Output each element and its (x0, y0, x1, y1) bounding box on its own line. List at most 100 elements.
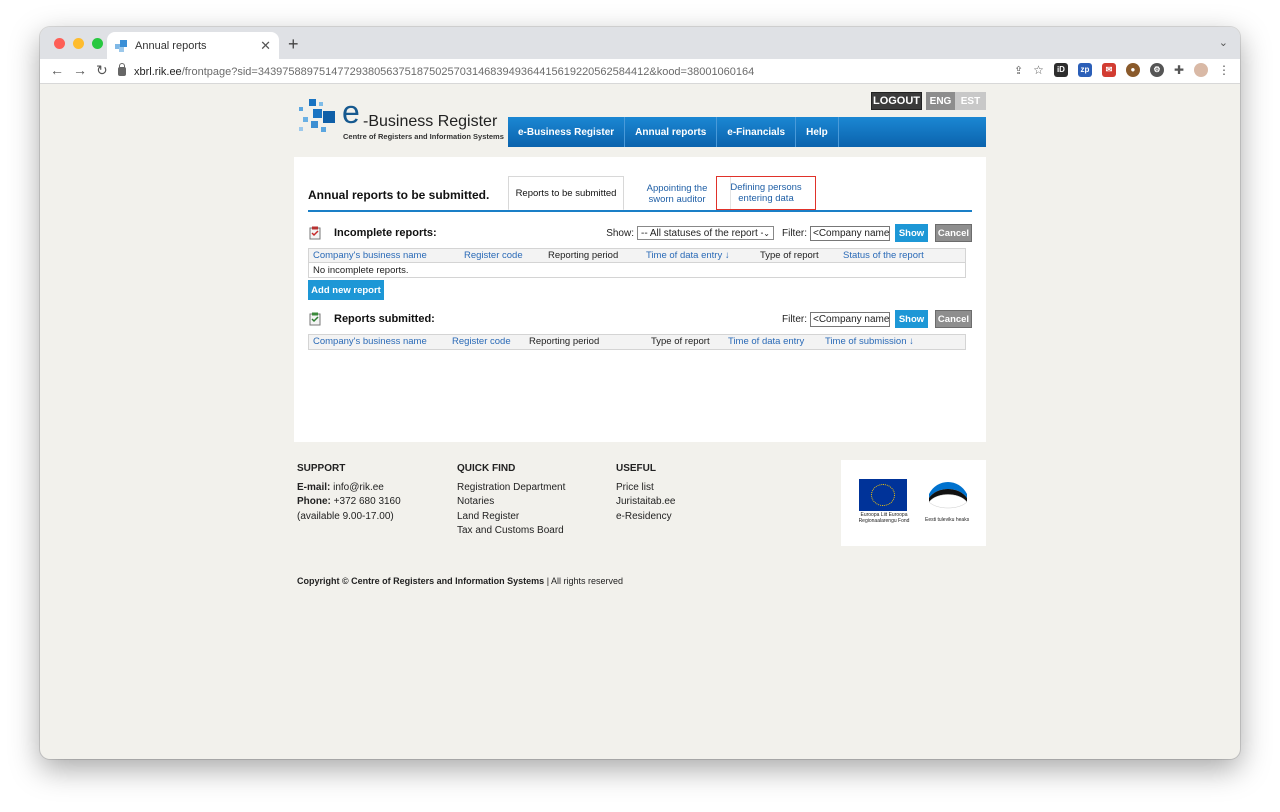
submitted-reports-header: Reports submitted: Filter: <Company name… (308, 309, 972, 329)
puzzle-extensions-icon[interactable]: ✚ (1174, 63, 1184, 77)
lang-eng-button[interactable]: ENG (926, 92, 955, 110)
url-path: /frontpage?sid=3439758897514772938056375… (181, 65, 755, 78)
link-juristaitab[interactable]: Juristaitab.ee (616, 495, 675, 510)
extensions-bar: ⇪ ☆ iD zp ✉ ● ⚙ ✚ ⋮ (1014, 63, 1230, 77)
id-extension-icon[interactable]: iD (1053, 63, 1068, 77)
submitted-cancel-button[interactable]: Cancel (935, 310, 972, 328)
browser-window: Annual reports ✕ + ⌄ ← → ↻ xbrl.rik.ee/f… (40, 27, 1240, 759)
browser-tab[interactable]: Annual reports ✕ (107, 32, 279, 59)
tab-defining-persons-entering-data[interactable]: Defining persons entering data (716, 176, 816, 210)
submitted-table-header: Company's business name Register code Re… (309, 335, 965, 349)
main-navigation: e-Business Register Annual reports e-Fin… (508, 117, 986, 147)
col-time-of-data-entry[interactable]: Time of data entry ↓ (646, 250, 730, 261)
tab-search-icon[interactable]: ⌄ (1219, 36, 1228, 49)
browser-toolbar: ← → ↻ xbrl.rik.ee/frontpage?sid=34397588… (40, 59, 1240, 84)
link-registration-department[interactable]: Registration Department (457, 481, 565, 496)
tab-title: Annual reports (135, 39, 207, 52)
col-type-of-report: Type of report (760, 250, 819, 261)
window-controls (54, 38, 103, 49)
page-title: Annual reports to be submitted. (308, 188, 490, 202)
zip-extension-icon[interactable]: zp (1077, 63, 1092, 77)
nav-e-financials[interactable]: e-Financials (717, 117, 797, 147)
tab-divider (308, 210, 972, 212)
cookie-extension-icon[interactable]: ● (1125, 63, 1140, 77)
eu-funding-logos: Euroopa Liit Euroopa Regionaalarengu Fon… (841, 460, 986, 546)
incomplete-show-button[interactable]: Show (895, 224, 928, 242)
support-email: E-mail: info@rik.ee (297, 481, 442, 496)
link-land-register[interactable]: Land Register (457, 510, 565, 525)
content-panel: Annual reports to be submitted. Reports … (294, 157, 986, 442)
email-link[interactable]: info@rik.ee (333, 482, 384, 493)
incomplete-report-icon (308, 226, 322, 240)
maximize-window-button[interactable] (92, 38, 103, 49)
lang-est-button[interactable]: EST (955, 92, 986, 110)
submitted-reports-table: Company's business name Register code Re… (308, 334, 966, 350)
footer-quick-find: QUICK FIND Registration Department Notar… (457, 462, 565, 539)
bookmark-star-icon[interactable]: ☆ (1033, 63, 1044, 77)
close-window-button[interactable] (54, 38, 65, 49)
new-tab-icon[interactable]: + (288, 34, 299, 55)
submitted-report-icon (308, 312, 322, 326)
col-company-name[interactable]: Company's business name (313, 250, 427, 261)
status-select[interactable]: -- All statuses of the report -- ⌄ (637, 226, 774, 240)
profile-avatar[interactable] (1194, 63, 1208, 77)
support-heading: SUPPORT (297, 463, 346, 474)
link-e-residency[interactable]: e-Residency (616, 510, 675, 525)
lock-icon (118, 63, 126, 76)
gear-extension-icon[interactable]: ⚙ (1149, 63, 1164, 77)
nav-annual-reports[interactable]: Annual reports (625, 117, 718, 147)
col-company-name[interactable]: Company's business name (313, 336, 427, 347)
url-domain: xbrl.rik.ee (134, 65, 182, 78)
language-switch: ENG EST (926, 92, 986, 110)
logo-subtitle: Centre of Registers and Information Syst… (343, 132, 504, 141)
tab-appointing-sworn-auditor[interactable]: Appointing the sworn auditor (624, 176, 731, 211)
web-page: e -Business Register Centre of Registers… (40, 84, 1240, 759)
useful-heading: USEFUL (616, 463, 656, 474)
minimize-window-button[interactable] (73, 38, 84, 49)
status-show-label: Show: (606, 227, 634, 239)
reload-icon[interactable]: ↻ (96, 62, 108, 79)
col-register-code[interactable]: Register code (464, 250, 523, 261)
link-notaries[interactable]: Notaries (457, 495, 565, 510)
logo-e-letter: e (342, 94, 360, 130)
tab-close-icon[interactable]: ✕ (260, 38, 271, 54)
share-icon[interactable]: ⇪ (1014, 64, 1023, 77)
eu-flag-icon (859, 479, 907, 511)
browser-menu-icon[interactable]: ⋮ (1218, 63, 1230, 77)
tab-strip: Annual reports ✕ + ⌄ (40, 27, 1240, 59)
nav-help[interactable]: Help (796, 117, 839, 147)
incomplete-cancel-button[interactable]: Cancel (935, 224, 972, 242)
footer-useful: USEFUL Price list Juristaitab.ee e-Resid… (616, 462, 675, 524)
phone-label: Phone: (297, 496, 331, 507)
back-icon[interactable]: ← (50, 62, 64, 78)
incomplete-filter-input[interactable]: <Company name> (810, 225, 890, 241)
email-label: E-mail: (297, 481, 331, 493)
chevron-down-icon: ⌄ (763, 228, 770, 238)
link-price-list[interactable]: Price list (616, 481, 675, 496)
sub-tabs: Reports to be submitted Appointing the s… (508, 176, 816, 211)
incomplete-reports-table: Company's business name Register code Re… (308, 248, 966, 278)
tab-reports-to-be-submitted[interactable]: Reports to be submitted (508, 176, 624, 211)
red-extension-icon[interactable]: ✉ (1101, 63, 1116, 77)
address-bar[interactable]: xbrl.rik.ee/frontpage?sid=34397588975147… (118, 62, 754, 81)
estonia-caption: Eesti tuleviku heaks (925, 517, 970, 523)
col-reporting-period: Reporting period (529, 336, 600, 347)
incomplete-reports-title: Incomplete reports: (334, 227, 437, 239)
forward-icon[interactable]: → (73, 62, 87, 78)
support-phone: Phone: +372 680 3160 (available 9.00-17.… (297, 495, 442, 524)
submitted-show-button[interactable]: Show (895, 310, 928, 328)
favicon-icon (115, 39, 127, 52)
add-new-report-button[interactable]: Add new report (308, 280, 384, 300)
col-time-of-submission[interactable]: Time of submission ↓ (825, 336, 914, 347)
link-tax-customs-board[interactable]: Tax and Customs Board (457, 524, 565, 539)
col-status-of-report[interactable]: Status of the report (843, 250, 924, 261)
nav-e-business-register[interactable]: e-Business Register (508, 117, 626, 147)
col-register-code[interactable]: Register code (452, 336, 511, 347)
copyright-owner: Copyright © Centre of Registers and Info… (297, 576, 545, 586)
logout-button[interactable]: LOGOUT (871, 92, 922, 110)
eu-fund-caption: Euroopa Liit Euroopa Regionaalarengu Fon… (858, 512, 910, 524)
submitted-filter-input[interactable]: <Company name> (810, 311, 890, 327)
submitted-filter-label: Filter: (782, 313, 807, 325)
col-time-of-data-entry[interactable]: Time of data entry (728, 336, 804, 347)
business-register-logo[interactable]: e -Business Register Centre of Registers… (299, 94, 509, 144)
